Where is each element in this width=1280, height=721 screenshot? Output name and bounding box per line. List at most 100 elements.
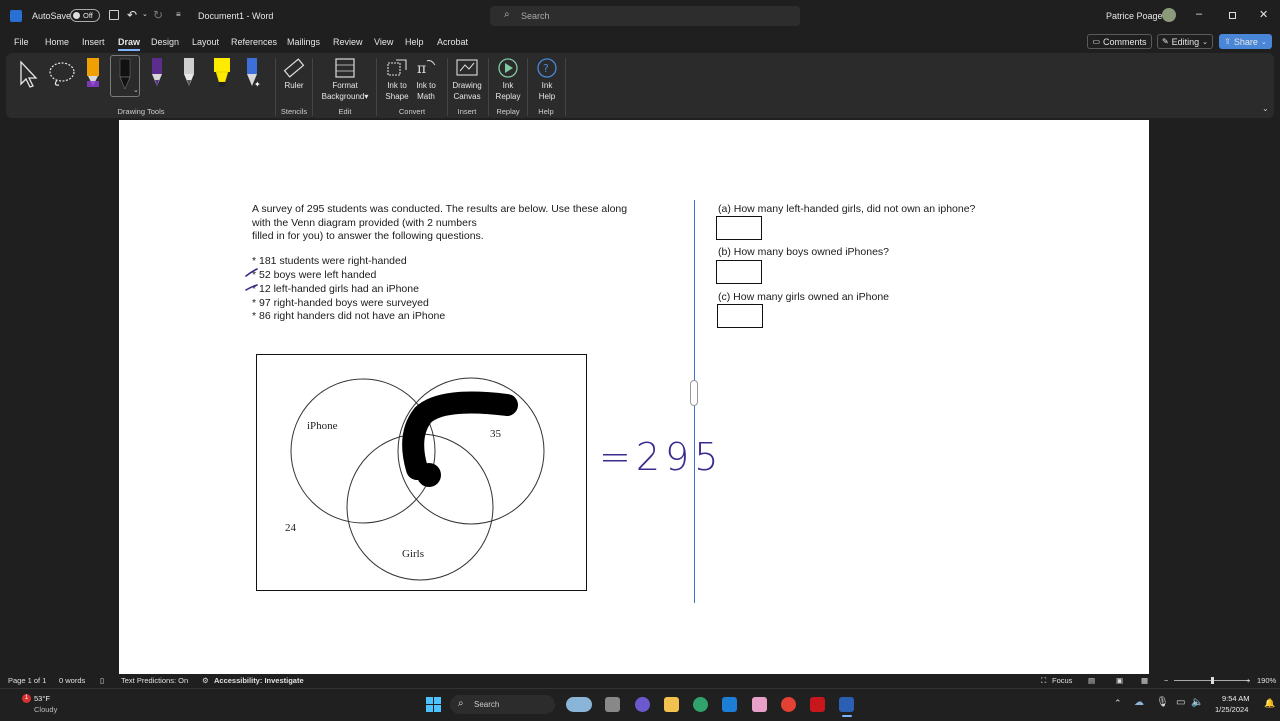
print-layout-icon[interactable]: ▣ (1116, 676, 1123, 685)
column-resize-handle[interactable] (690, 380, 698, 406)
format-background-icon[interactable] (334, 57, 356, 79)
ink-help-icon[interactable]: ? (536, 57, 558, 79)
chat-icon[interactable] (635, 697, 650, 712)
clock-time[interactable]: 9:54 AM (1222, 694, 1250, 703)
drawing-canvas-label[interactable]: Drawing Canvas (448, 80, 486, 102)
search-box[interactable]: ⌕ Search (490, 6, 800, 26)
ruler-icon[interactable] (283, 57, 305, 79)
ink-to-math-label[interactable]: Ink to Math (411, 80, 441, 102)
ink-replay-line1: Ink (502, 81, 514, 90)
tab-review[interactable]: Review (333, 37, 363, 47)
zoom-out-icon[interactable]: − (1164, 676, 1168, 685)
autosave-toggle[interactable]: Off (70, 9, 100, 22)
onedrive-icon[interactable]: ☁ (1134, 697, 1144, 708)
notification-bell-icon[interactable]: 🔔 (1264, 698, 1275, 709)
fact-item: * 86 right handers did not have an iPhon… (252, 310, 446, 322)
read-mode-icon[interactable]: ▤ (1088, 676, 1095, 685)
undo-icon[interactable]: ↶ (127, 8, 137, 22)
venn-value-35: 35 (490, 428, 501, 440)
zoom-level[interactable]: 190% (1257, 676, 1276, 685)
ink-to-shape-label[interactable]: Ink to Shape (381, 80, 413, 102)
taskbar-search[interactable]: ⌕ Search (450, 695, 555, 714)
ink-replay-label[interactable]: Ink Replay (493, 80, 523, 102)
search-placeholder: Search (521, 11, 550, 21)
chrome-icon[interactable] (781, 697, 796, 712)
focus-icon: ⛶ (1041, 676, 1047, 685)
tab-mailings[interactable]: Mailings (287, 37, 320, 47)
weather-temp: 53°F (34, 694, 50, 703)
ruler-label[interactable]: Ruler (280, 80, 308, 91)
network-icon[interactable]: ▭ (1176, 697, 1185, 708)
weather-widget[interactable]: 1 (10, 694, 31, 708)
pen-purple-icon[interactable] (149, 57, 165, 89)
tab-layout[interactable]: Layout (192, 37, 219, 47)
svg-text:✦: ✦ (254, 80, 261, 89)
document-page[interactable]: A survey of 295 students was conducted. … (119, 120, 1149, 675)
file-explorer-icon[interactable] (664, 697, 679, 712)
tray-chevron-icon[interactable]: ⌃ (1114, 698, 1122, 709)
restore-icon[interactable] (1229, 12, 1236, 19)
windows-start-icon[interactable] (426, 697, 442, 713)
proofing-icon[interactable]: ▯ (100, 676, 104, 685)
acrobat-icon[interactable] (810, 697, 825, 712)
volume-icon[interactable]: 🔈 (1191, 697, 1203, 708)
intro-line-1: A survey of 295 students was conducted. … (252, 203, 628, 215)
minimize-icon[interactable]: – (1196, 8, 1202, 20)
user-avatar[interactable] (1162, 8, 1176, 22)
active-app-indicator (842, 715, 852, 717)
edge-browser-icon[interactable] (693, 697, 708, 712)
ink-replay-icon[interactable] (497, 57, 519, 79)
zoom-slider-thumb[interactable] (1211, 677, 1214, 684)
microphone-icon[interactable]: 🎙 (1156, 697, 1169, 708)
undo-dropdown-icon[interactable]: ⌄ (142, 10, 148, 18)
word-count[interactable]: 0 words (59, 676, 85, 685)
ink-help-label[interactable]: Ink Help (533, 80, 561, 102)
action-pen-blue-icon[interactable]: ✦ (244, 57, 262, 89)
tab-home[interactable]: Home (45, 37, 69, 47)
highlighter-yellow-icon[interactable] (212, 57, 232, 89)
editing-mode-button[interactable]: ✎ Editing ⌄ (1157, 34, 1213, 49)
tab-insert[interactable]: Insert (82, 37, 105, 47)
pencil-gray-icon[interactable] (181, 57, 197, 89)
collapse-ribbon-icon[interactable]: ⌄ (1262, 104, 1269, 113)
customize-toolbar-icon[interactable]: ≡ (176, 10, 181, 19)
redo-icon[interactable]: ↻ (153, 8, 163, 22)
task-view-icon[interactable] (605, 697, 620, 712)
snipping-tool-icon[interactable] (752, 697, 767, 712)
pen-orange-icon[interactable] (85, 57, 101, 89)
web-layout-icon[interactable]: ▦ (1141, 676, 1148, 685)
ink-to-shape-icon[interactable] (386, 57, 408, 79)
select-arrow-icon[interactable] (18, 60, 38, 90)
zoom-slider[interactable] (1174, 677, 1250, 684)
format-background-label[interactable]: Format Background▾ (316, 80, 374, 102)
tab-draw[interactable]: Draw (118, 37, 140, 47)
tab-help[interactable]: Help (405, 37, 424, 47)
comments-button[interactable]: ▭ Comments (1087, 34, 1152, 49)
clock-date[interactable]: 1/25/2024 (1215, 705, 1248, 714)
close-icon[interactable]: ✕ (1259, 8, 1268, 21)
answer-box-b[interactable] (716, 260, 762, 284)
tab-references[interactable]: References (231, 37, 277, 47)
zoom-in-icon[interactable]: + (1246, 676, 1250, 685)
answer-box-c[interactable] (717, 304, 763, 328)
tab-design[interactable]: Design (151, 37, 179, 47)
tab-acrobat[interactable]: Acrobat (437, 37, 468, 47)
tab-view[interactable]: View (374, 37, 393, 47)
ink-to-shape-line2: Shape (385, 92, 409, 101)
save-icon[interactable] (109, 10, 119, 20)
text-predictions-status[interactable]: Text Predictions: On (121, 676, 188, 685)
word-taskbar-icon[interactable] (839, 697, 854, 712)
lasso-select-icon[interactable] (47, 60, 77, 88)
focus-button[interactable]: Focus (1052, 676, 1072, 685)
tab-file[interactable]: File (14, 37, 29, 47)
ink-check-marks (245, 268, 258, 291)
drawing-canvas-icon[interactable] (455, 57, 479, 79)
share-button[interactable]: ⇪ Share ⌄ (1219, 34, 1272, 49)
accessibility-status[interactable]: Accessibility: Investigate (214, 676, 304, 685)
answer-box-a[interactable] (716, 216, 762, 240)
store-icon[interactable] (722, 697, 737, 712)
page-info[interactable]: Page 1 of 1 (8, 676, 46, 685)
pen-black-selected[interactable]: ⌄ (110, 55, 140, 97)
ink-to-math-icon[interactable]: π (415, 57, 437, 79)
widgets-icon[interactable] (566, 697, 592, 712)
